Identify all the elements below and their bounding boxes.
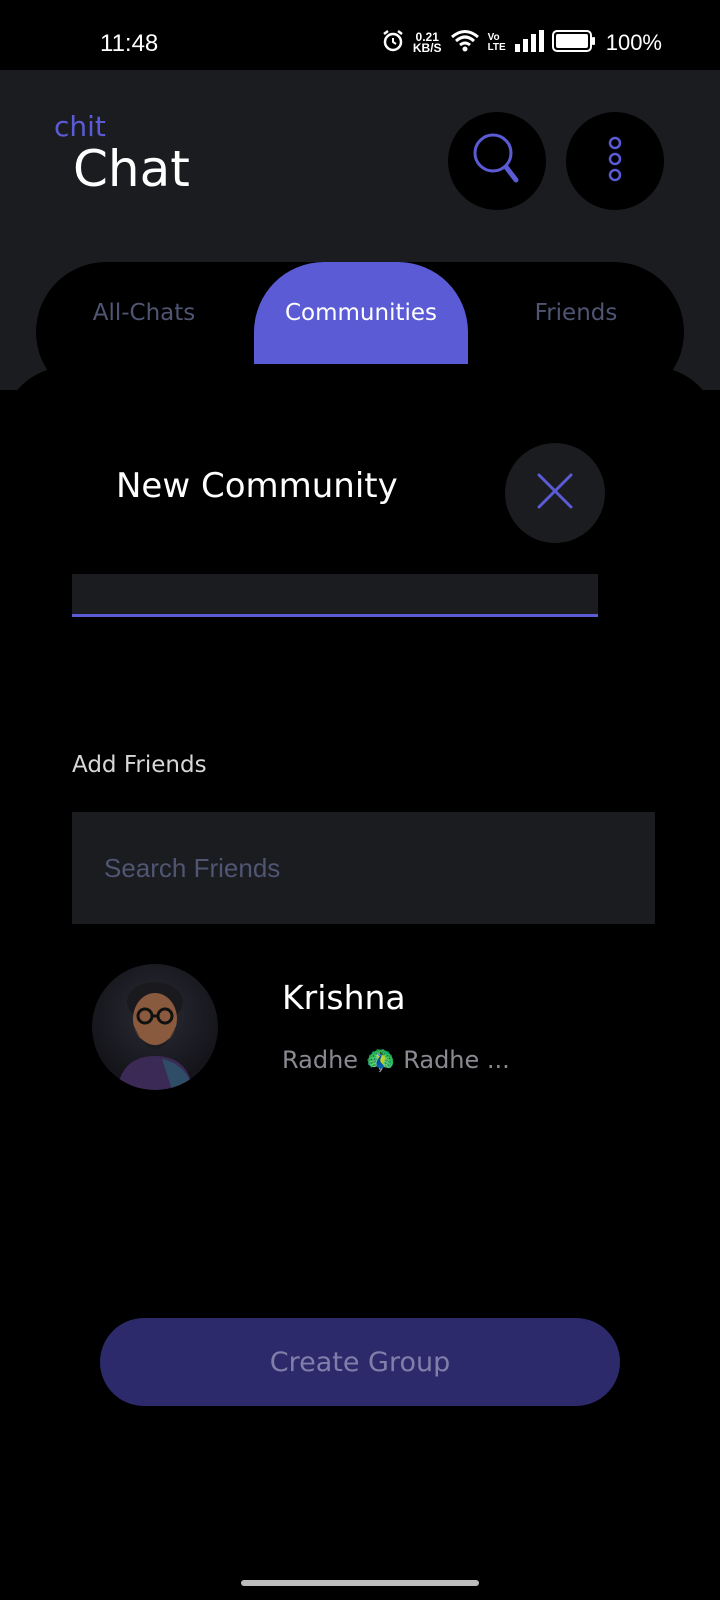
friend-name: Krishna: [282, 978, 406, 1017]
more-options-button[interactable]: [566, 112, 664, 210]
tab-communities[interactable]: Communities: [254, 262, 468, 364]
battery-percent: 100%: [605, 30, 662, 55]
wifi-icon: [450, 29, 480, 58]
create-group-button[interactable]: Create Group: [100, 1318, 620, 1406]
sheet-title: New Community: [116, 466, 398, 506]
friend-status: Radhe 🦚 Radhe ...: [282, 1046, 510, 1074]
search-button[interactable]: [448, 112, 546, 210]
close-icon: [535, 471, 575, 515]
status-icons: 0.21 KB/S Vo LTE 100%: [381, 26, 662, 60]
signal-icon: [514, 29, 544, 57]
battery-icon: [551, 29, 596, 57]
tab-friends[interactable]: Friends: [476, 262, 676, 364]
home-indicator[interactable]: [241, 1580, 479, 1586]
alarm-icon: [381, 29, 405, 58]
community-name-input[interactable]: [72, 574, 598, 617]
more-vertical-icon: [607, 135, 623, 187]
search-friends-input[interactable]: [72, 812, 655, 924]
brand-small: chit: [54, 110, 106, 143]
volte-indicator: Vo LTE: [487, 32, 506, 53]
tab-all-chats[interactable]: All-Chats: [44, 262, 244, 364]
close-button[interactable]: [505, 443, 605, 543]
search-icon: [469, 131, 525, 191]
net-speed: 0.21 KB/S: [412, 30, 442, 55]
avatar: [92, 964, 218, 1090]
status-time: 11:48: [100, 30, 159, 57]
friend-list-item[interactable]: Krishna Radhe 🦚 Radhe ...: [72, 960, 655, 1090]
app-title: Chat: [73, 140, 190, 198]
add-friends-label: Add Friends: [72, 752, 207, 778]
